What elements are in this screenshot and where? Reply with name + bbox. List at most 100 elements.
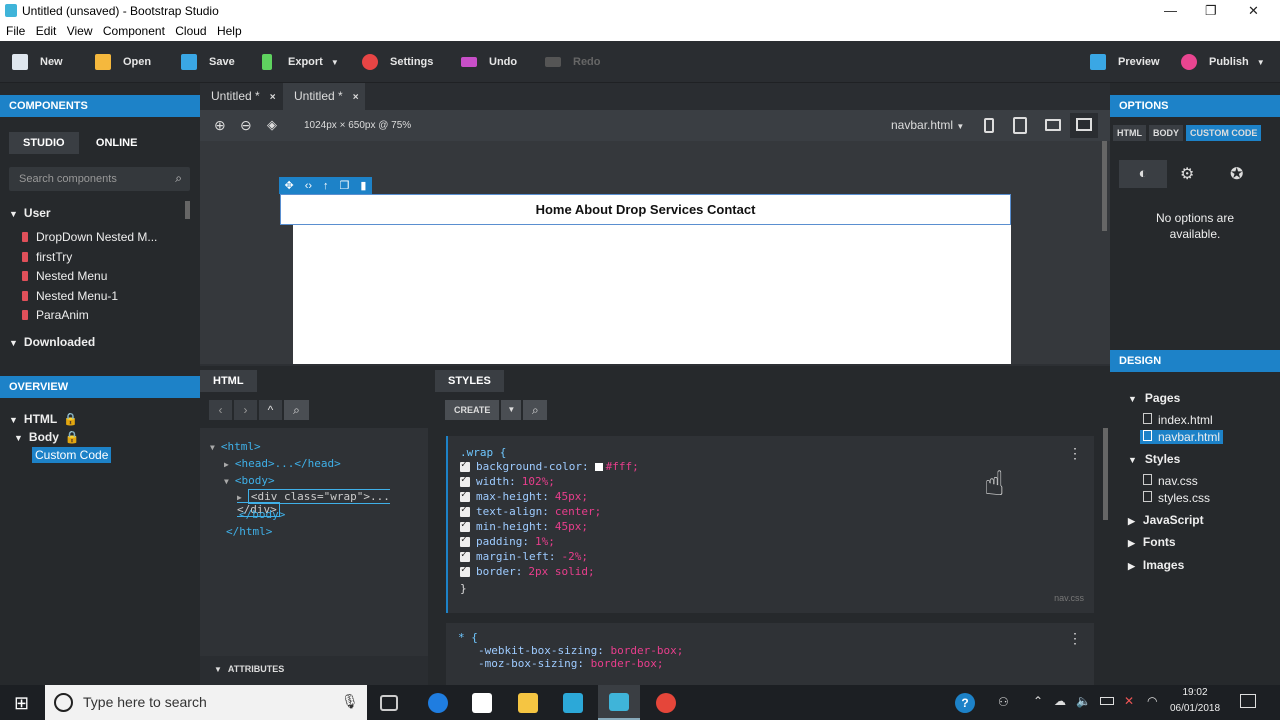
css-rule-wrap[interactable]: .wrap { background-color: #fff; width: 102%… [446,436,1094,613]
checkbox[interactable] [460,534,470,547]
clock-date[interactable]: 06/01/2018 [1166,703,1224,714]
network-error-icon[interactable]: ✕ [1124,694,1134,708]
navbar-wrap[interactable]: Home About Drop Services Contact [280,194,1011,225]
page-select[interactable]: navbar.html ▼ [891,118,964,132]
component-item[interactable]: ParaAnim [22,308,89,322]
save-button[interactable]: Save [181,41,235,83]
more-menu-icon[interactable]: ⋮ [1068,446,1082,462]
parent-icon[interactable]: ^ [259,400,282,420]
html-tree-line[interactable]: </html> [226,525,272,538]
clock-time[interactable]: 19:02 [1170,687,1220,698]
laptop-view-icon[interactable] [1045,119,1061,131]
category-user[interactable]: ▼ User [9,206,51,220]
component-item[interactable]: Nested Menu [22,269,107,283]
publish-button[interactable]: Publish ▼ [1181,41,1265,83]
html-tree-line[interactable]: ▼ <html> [210,440,261,453]
battery-icon[interactable] [1100,697,1114,705]
design-styles-node[interactable]: ▼ Styles [1128,452,1180,466]
menu-help[interactable]: Help [217,22,242,41]
html-tree-line[interactable]: ▼ <body> [224,474,275,487]
star-icon[interactable]: ✪ [1230,164,1243,184]
edge-icon[interactable] [428,693,448,713]
windows-start-icon[interactable]: ⊞ [14,693,29,714]
microphone-icon[interactable]: 🎙 [341,693,359,710]
component-item[interactable]: firstTry [22,250,72,264]
desktop-view-button[interactable] [1070,113,1098,138]
notifications-icon[interactable] [1240,694,1256,708]
wifi-icon[interactable]: ◠ [1147,694,1157,708]
options-tab-custom-code[interactable]: CUSTOM CODE [1186,125,1262,141]
move-icon[interactable]: ✥ [285,179,294,192]
close-tab-icon[interactable]: × [270,92,276,103]
category-downloaded[interactable]: ▼ Downloaded [9,335,95,349]
checkbox[interactable] [460,564,470,577]
design-fonts-node[interactable]: ▶ Fonts [1128,535,1176,549]
html-tree-line[interactable]: </body> [239,508,285,521]
menu-cloud[interactable]: Cloud [175,22,206,41]
network-app-icon[interactable] [563,693,583,713]
cloud-icon[interactable]: ☁ [1054,694,1066,708]
back-icon[interactable]: ‹ [209,400,232,420]
component-item[interactable]: DropDown Nested M... [22,230,157,244]
copy-icon[interactable]: ❐ [340,179,350,192]
page-body-area[interactable] [293,225,1011,364]
options-tab-body[interactable]: BODY [1149,125,1184,141]
scrollbar-thumb[interactable] [185,201,190,219]
arrow-up-icon[interactable]: ↑ [323,180,329,192]
file-explorer-icon[interactable] [518,693,538,713]
css-declaration[interactable]: margin-left: -2%; [460,549,1082,564]
task-view-icon[interactable] [380,695,398,711]
menu-component[interactable]: Component [103,22,165,41]
menu-view[interactable]: View [67,22,93,41]
css-declaration[interactable]: padding: 1%; [460,534,1082,549]
settings-button[interactable]: Settings [362,41,433,83]
chevron-up-icon[interactable]: ⌃ [1033,694,1043,708]
css-declaration[interactable]: min-height: 45px; [460,519,1082,534]
checkbox[interactable] [460,489,470,502]
close-tab-icon[interactable]: × [353,92,359,103]
menu-file[interactable]: File [6,22,25,41]
overview-body-node[interactable]: ▼ Body 🔒 [14,430,80,444]
people-icon[interactable]: ⚇ [998,695,1009,709]
component-item[interactable]: Nested Menu-1 [22,289,118,303]
design-page-file[interactable]: index.html [1143,413,1213,427]
redo-button[interactable]: Redo [545,41,601,83]
design-style-file[interactable]: styles.css [1143,491,1210,505]
close-window-button[interactable]: ✕ [1248,3,1259,19]
open-button[interactable]: Open [95,41,151,83]
checkbox[interactable] [460,459,470,472]
html-tree-line[interactable]: ▶ <head>...</head> [224,457,341,470]
editor-tab[interactable]: Untitled * × [200,83,280,110]
scrollbar-thumb[interactable] [1102,141,1107,231]
search-components-input[interactable]: Search components ⌕ [9,167,190,191]
overview-html-node[interactable]: ▼ HTML 🔒 [9,412,78,426]
checkbox[interactable] [460,519,470,532]
export-button[interactable]: Export ▼ [262,41,339,83]
create-rule-button[interactable]: CREATE [445,400,500,420]
phone-view-icon[interactable] [984,118,994,133]
design-canvas[interactable]: ✥ ‹› ↑ ❐ ▮ Home About Drop Services Cont… [200,141,1110,364]
menu-edit[interactable]: Edit [36,22,57,41]
tab-online[interactable]: ONLINE [82,132,152,154]
checkbox[interactable] [460,549,470,562]
code-icon[interactable]: ‹› [305,180,312,192]
palette-icon[interactable]: ◐ [1119,160,1167,188]
zoom-in-icon[interactable]: ⊕ [214,117,226,134]
forward-icon[interactable]: › [234,400,257,420]
taskbar-search-box[interactable]: Type here to search 🎙 [45,685,367,720]
design-images-node[interactable]: ▶ Images [1128,558,1184,572]
gear-icon[interactable]: ⚙ [1180,164,1194,184]
css-declaration[interactable]: border: 2px solid; [460,564,1082,579]
chevron-down-icon[interactable]: ▼ [501,400,522,420]
tab-studio[interactable]: STUDIO [9,132,79,154]
bootstrap-studio-taskbar-button[interactable] [598,685,640,720]
scrollbar-thumb[interactable] [1103,428,1108,520]
dropbox-icon[interactable] [472,693,492,713]
new-button[interactable]: New [12,41,63,83]
checkbox[interactable] [460,504,470,517]
zoom-out-icon[interactable]: ⊖ [240,117,252,134]
editor-tab-active[interactable]: Untitled * × [283,83,365,110]
design-pages-node[interactable]: ▼ Pages [1128,391,1180,405]
attributes-header[interactable]: ▼ ATTRIBUTES [200,656,428,685]
minimize-button[interactable]: — [1164,3,1177,18]
